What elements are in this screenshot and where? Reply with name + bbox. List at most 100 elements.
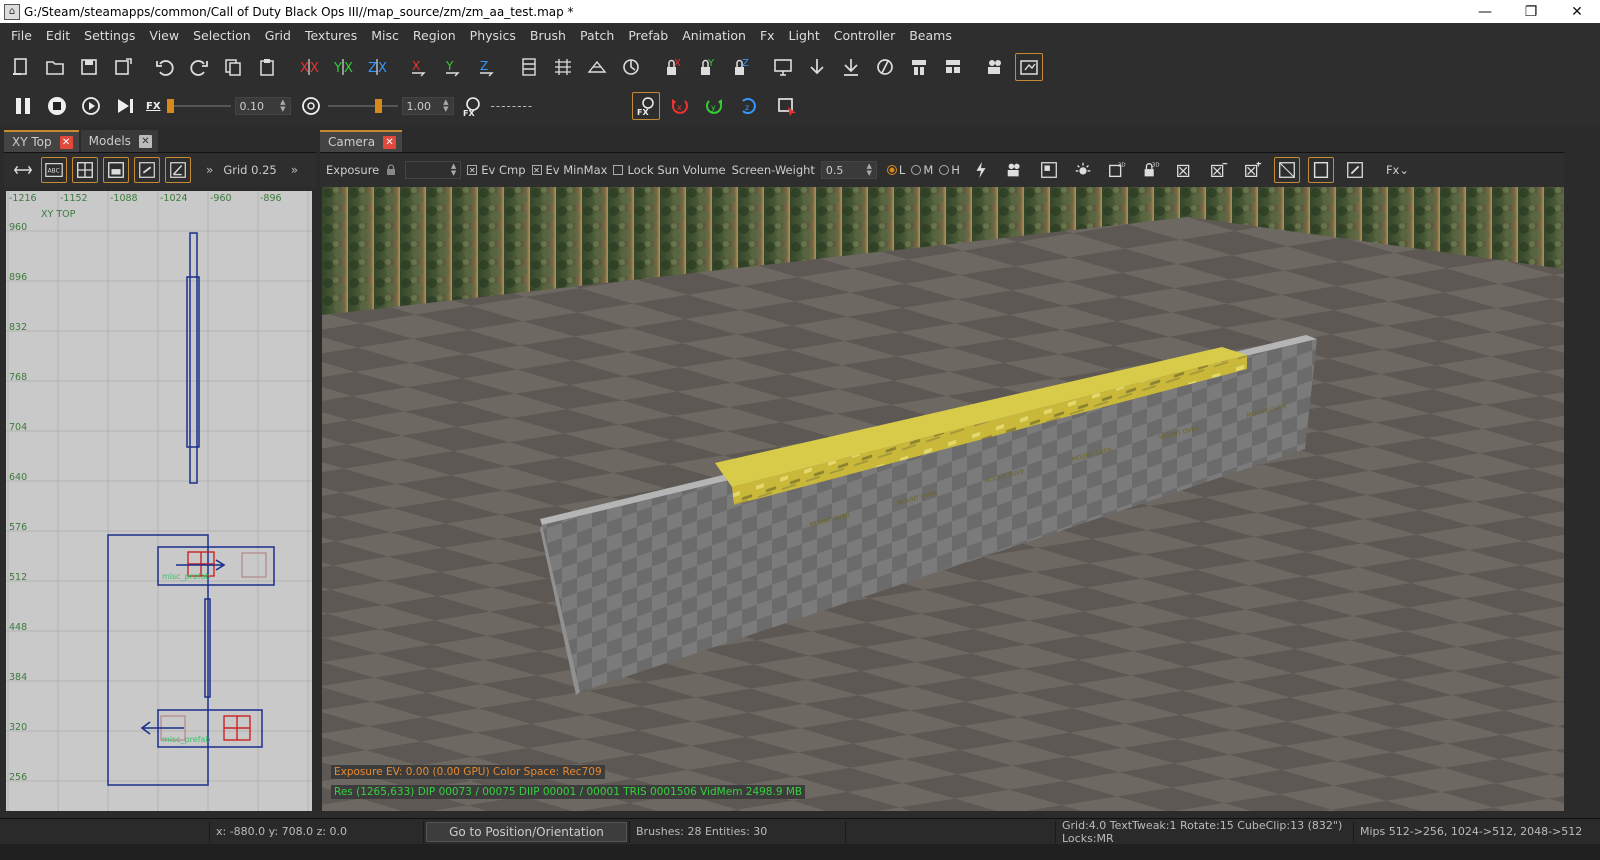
rotate-blue-button[interactable]: z [734, 92, 762, 120]
cycle-button[interactable] [617, 53, 645, 81]
more-icon[interactable]: » [206, 163, 213, 177]
view-monitor-button[interactable] [769, 53, 797, 81]
clipper-button[interactable] [515, 53, 543, 81]
menu-selection[interactable]: Selection [186, 28, 258, 43]
drop-to-floor-button[interactable] [837, 53, 865, 81]
rotate-y-button[interactable]: Y [439, 53, 467, 81]
menu-grid[interactable]: Grid [258, 28, 298, 43]
play-button[interactable] [77, 92, 105, 120]
tab-camera[interactable]: Camera ✕ [320, 130, 403, 152]
flip-x-button[interactable]: XX [295, 53, 323, 81]
rotate-x-button[interactable]: X [405, 53, 433, 81]
menu-textures[interactable]: Textures [298, 28, 364, 43]
show-names-button[interactable]: ABC [41, 157, 67, 183]
new-map-button[interactable] [7, 53, 35, 81]
lod-high-radio[interactable] [939, 165, 950, 175]
copy-button[interactable] [219, 53, 247, 81]
flip-z-button[interactable]: ZX [363, 53, 391, 81]
ev-minmax-checkbox[interactable]: ✕ [531, 165, 542, 175]
pause-button[interactable] [9, 92, 37, 120]
tab-xy-top[interactable]: XY Top ✕ [4, 130, 79, 152]
fx-speed-slider[interactable] [166, 99, 231, 113]
goto-position-button[interactable]: Go to Position/Orientation [426, 821, 627, 842]
tab-models[interactable]: Models ✕ [80, 130, 158, 152]
menu-light[interactable]: Light [782, 28, 827, 43]
redo-button[interactable] [185, 53, 213, 81]
cross-minus-button[interactable] [1206, 157, 1232, 183]
spin-arrows-icon[interactable]: ▲ ▼ [280, 99, 285, 113]
undo-button[interactable] [151, 53, 179, 81]
lock-sun-checkbox[interactable] [613, 165, 624, 175]
rotate-green-button[interactable]: y [700, 92, 728, 120]
texture-lock-button[interactable] [549, 53, 577, 81]
spin-arrows-icon[interactable]: ▲ ▼ [451, 163, 456, 177]
slider-knob[interactable] [374, 99, 382, 113]
paste-button[interactable] [253, 53, 281, 81]
frame-button[interactable] [1307, 157, 1334, 183]
show-grid-button[interactable] [72, 157, 98, 183]
select-cursor-button[interactable] [773, 92, 801, 120]
link-button[interactable] [134, 157, 160, 183]
close-window-button[interactable]: ✕ [1554, 0, 1600, 23]
sun-button[interactable] [1070, 157, 1096, 183]
scene-render[interactable]: MOUNT OVER MOUNT OVER MOUNT OVER MOUNT O… [322, 187, 1564, 811]
lod-medium-radio[interactable] [911, 165, 922, 175]
spin-arrows-icon[interactable]: ▲ ▼ [443, 99, 448, 113]
close-tab-icon[interactable]: ✕ [383, 135, 397, 149]
menu-brush[interactable]: Brush [523, 28, 573, 43]
cross-plus-button[interactable] [1240, 157, 1266, 183]
close-tab-icon[interactable]: ✕ [59, 135, 73, 149]
menu-view[interactable]: View [142, 28, 186, 43]
menu-region[interactable]: Region [406, 28, 463, 43]
fx-select-button[interactable]: FX [632, 92, 661, 120]
time-scale-slider[interactable] [327, 99, 398, 113]
menu-edit[interactable]: Edit [39, 28, 77, 43]
fx-time-button[interactable]: FX [458, 92, 486, 120]
cubemap-button[interactable] [1015, 53, 1043, 81]
step-button[interactable] [111, 92, 139, 120]
more-icon[interactable]: » [291, 163, 298, 177]
menu-physics[interactable]: Physics [463, 28, 523, 43]
edit-button[interactable] [1342, 157, 1368, 183]
lock-y-button[interactable]: Y [693, 53, 721, 81]
angle-button[interactable] [165, 157, 191, 183]
menu-file[interactable]: File [4, 28, 39, 43]
exposure-field[interactable]: ▲ ▼ [405, 161, 462, 179]
prefab-down-button[interactable] [939, 53, 967, 81]
lock-x-button[interactable]: X [659, 53, 687, 81]
camera-3d-button[interactable] [1002, 157, 1028, 183]
drop-button[interactable] [803, 53, 831, 81]
ev-cmp-checkbox[interactable]: ✕ [467, 165, 478, 175]
rotate-red-button[interactable]: x [666, 92, 694, 120]
menu-prefab[interactable]: Prefab [621, 28, 675, 43]
rotate-z-button[interactable]: Z [473, 53, 501, 81]
box-3d-button[interactable]: 3D [1104, 157, 1130, 183]
pan-toggle-button[interactable] [10, 157, 36, 183]
xy-grid-canvas[interactable]: -1216 -1152 -1088 -1024 -960 -896 XY TOP… [6, 191, 312, 811]
lock-3d-button[interactable]: 3D [1138, 157, 1164, 183]
spin-arrows-icon[interactable]: ▲ ▼ [867, 163, 872, 177]
flip-y-button[interactable]: YX [329, 53, 357, 81]
menu-settings[interactable]: Settings [77, 28, 142, 43]
prefab-up-button[interactable] [905, 53, 933, 81]
fx-menu-button[interactable]: Fx⌄ [1386, 163, 1409, 177]
save-as-button[interactable] [109, 53, 137, 81]
camera-tool-button[interactable] [981, 53, 1009, 81]
menu-fx[interactable]: Fx [753, 28, 782, 43]
layout-3d-button[interactable] [1036, 157, 1062, 183]
lock-z-button[interactable]: Z [727, 53, 755, 81]
stop-button[interactable] [43, 92, 71, 120]
lock-icon[interactable] [385, 164, 397, 176]
slider-knob[interactable] [166, 99, 174, 113]
patch-tool-button[interactable] [583, 53, 611, 81]
restore-button[interactable]: ❐ [1508, 0, 1554, 23]
menu-animation[interactable]: Animation [675, 28, 753, 43]
close-tab-icon[interactable]: ✕ [138, 134, 152, 148]
screen-weight-field[interactable]: 0.5 ▲ ▼ [820, 161, 877, 179]
no-clip-button[interactable] [871, 53, 899, 81]
lightning-button[interactable] [968, 157, 994, 183]
time-scale-field[interactable]: 1.00 ▲ ▼ [401, 97, 454, 115]
menu-misc[interactable]: Misc [364, 28, 406, 43]
save-map-button[interactable] [75, 53, 103, 81]
fx-speed-field[interactable]: 0.10 ▲ ▼ [234, 97, 291, 115]
